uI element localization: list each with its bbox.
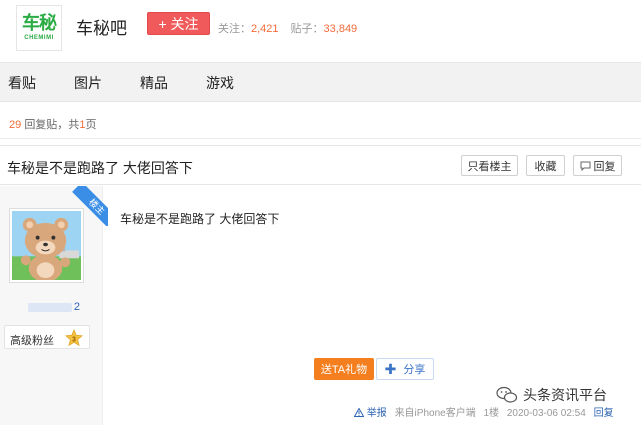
share-label: 分享 [403, 364, 426, 376]
author-name[interactable]: 2 [16, 301, 80, 313]
followers-label: 关注： [218, 23, 251, 35]
reply-suffix: 回复贴，共 [24, 119, 80, 131]
send-gift-button[interactable]: 送TA礼物 [314, 358, 374, 380]
post-reply-link[interactable]: 回复 [594, 408, 614, 419]
posts-label: 贴子： [290, 23, 324, 35]
report-link[interactable]: 举报 [367, 408, 387, 419]
watermark: 头条资讯平台 [496, 385, 607, 405]
follow-button[interactable]: + 关注 [147, 12, 210, 35]
warning-icon [353, 407, 365, 417]
post-content: 车秘是不是跑路了 大佬回答下 [120, 212, 280, 226]
comment-icon [580, 161, 590, 171]
logo-subtext: CHEMIMI [24, 35, 54, 41]
share-plus-icon: ✚ [384, 361, 397, 377]
post-source: 来自iPhone客户端 [394, 408, 476, 419]
tab-images[interactable]: 图片 [74, 73, 102, 93]
reply-button-label: 回复 [593, 160, 616, 173]
page-unit: 页 [85, 119, 97, 131]
forum-logo[interactable]: 车秘 CHEMIMI [16, 5, 62, 51]
logo-text: 车秘 [22, 13, 57, 34]
followers-count: 2,421 [251, 23, 279, 35]
thread-title: 车秘是不是跑路了 大佬回答下 [7, 160, 193, 176]
op-corner-label: 楼主 [72, 186, 108, 226]
favorite-button[interactable]: 收藏 [526, 155, 565, 176]
tab-posts[interactable]: 看贴 [8, 73, 36, 93]
username-mask [27, 302, 72, 312]
fan-level-badge[interactable]: 高级粉丝 3 [4, 325, 90, 349]
username-suffix: 2 [73, 301, 80, 313]
tab-featured[interactable]: 精品 [140, 73, 168, 93]
level-star-icon: 3 [65, 329, 83, 347]
reply-summary: 29 回复贴，共1页 [0, 103, 641, 139]
thread-title-bar: 车秘是不是跑路了 大佬回答下 只看楼主 收藏 回复 [0, 145, 641, 185]
forum-header: 车秘 CHEMIMI 车秘吧 + 关注 关注：2,421 贴子：33,849 [0, 0, 641, 62]
post-time: 2020-03-06 02:54 [506, 408, 586, 419]
fan-level-number: 3 [72, 336, 76, 343]
post-meta: 举报 来自iPhone客户端 1楼 2020-03-06 02:54 回复 [353, 404, 614, 419]
post-floor: 1楼 [483, 408, 500, 419]
forum-nav: 看贴 图片 精品 游戏 [0, 62, 641, 102]
share-button[interactable]: ✚ 分享 [376, 358, 434, 380]
reply-button[interactable]: 回复 [573, 155, 622, 176]
tab-games[interactable]: 游戏 [206, 73, 234, 93]
wechat-icon [496, 386, 518, 403]
op-corner-ribbon: 楼主 [68, 186, 108, 226]
reply-count: 29 [9, 119, 22, 131]
fan-level-label: 高级粉丝 [10, 335, 54, 347]
watermark-text: 头条资讯平台 [523, 387, 607, 403]
forum-stats: 关注：2,421 贴子：33,849 [218, 20, 357, 36]
forum-name[interactable]: 车秘吧 [76, 14, 127, 39]
only-op-button[interactable]: 只看楼主 [461, 155, 518, 176]
posts-count: 33,849 [323, 23, 358, 35]
